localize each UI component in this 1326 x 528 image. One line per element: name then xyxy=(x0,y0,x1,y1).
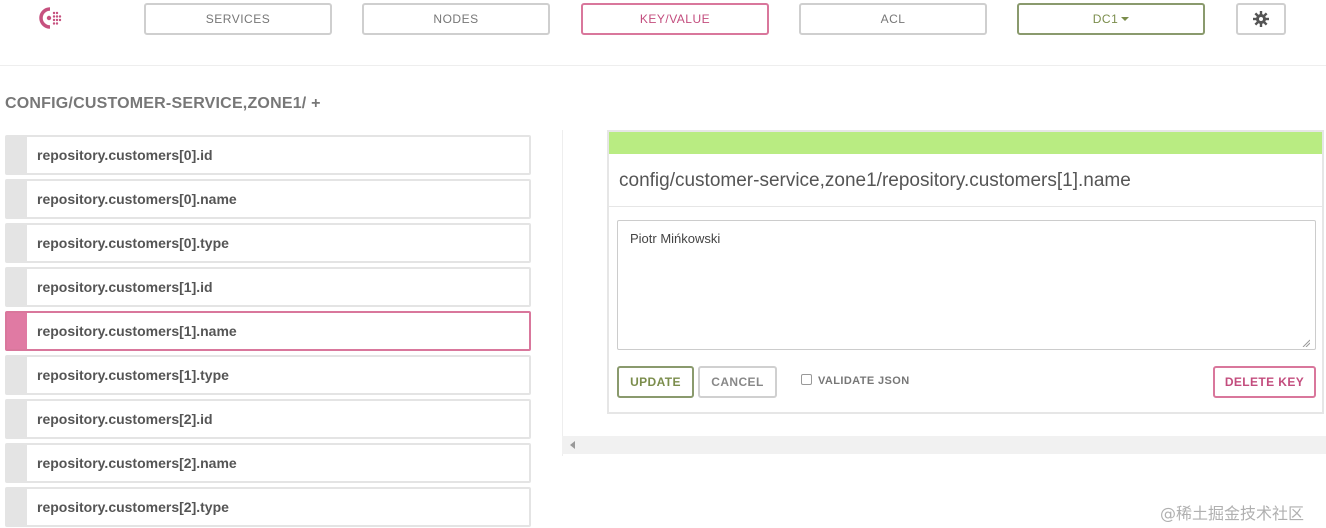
key-item-stripe xyxy=(7,181,27,217)
key-item-stripe xyxy=(7,401,27,437)
gear-icon xyxy=(1253,11,1269,27)
key-item-stripe xyxy=(7,225,27,261)
nav-acl-button[interactable]: ACL xyxy=(799,3,987,35)
key-list-item[interactable]: repository.customers[1].type xyxy=(5,355,531,395)
key-list-item[interactable]: repository.customers[2].name xyxy=(5,443,531,483)
validate-json-label: VALIDATE JSON xyxy=(818,375,910,387)
resize-grip-icon[interactable] xyxy=(1302,339,1310,347)
key-item-label: repository.customers[0].type xyxy=(37,235,229,251)
consul-logo-icon[interactable] xyxy=(34,5,64,31)
key-path-title: config/customer-service,zone1/repository… xyxy=(619,170,1131,191)
caret-down-icon xyxy=(1121,17,1130,21)
key-list-item[interactable]: repository.customers[2].id xyxy=(5,399,531,439)
cancel-button[interactable]: CANCEL xyxy=(698,366,777,398)
key-item-label: repository.customers[1].id xyxy=(37,279,213,295)
panel-separator xyxy=(609,206,1322,207)
key-item-label: repository.customers[2].name xyxy=(37,455,237,471)
key-item-label: repository.customers[0].name xyxy=(37,191,237,207)
key-item-label: repository.customers[1].type xyxy=(37,367,229,383)
key-item-stripe xyxy=(7,489,27,525)
key-item-stripe xyxy=(7,269,27,305)
key-list-item[interactable]: repository.customers[1].id xyxy=(5,267,531,307)
key-list: repository.customers[0].id repository.cu… xyxy=(5,135,531,528)
key-item-stripe xyxy=(7,445,27,481)
update-button[interactable]: UPDATE xyxy=(617,366,694,398)
key-item-stripe xyxy=(7,357,27,393)
checkbox-icon[interactable] xyxy=(801,374,812,385)
key-list-item[interactable]: repository.customers[0].id xyxy=(5,135,531,175)
key-list-item[interactable]: repository.customers[0].type xyxy=(5,223,531,263)
key-list-item[interactable]: repository.customers[0].name xyxy=(5,179,531,219)
key-item-stripe xyxy=(7,313,27,349)
datacenter-label: DC1 xyxy=(1092,12,1119,26)
horizontal-scrollbar[interactable] xyxy=(562,436,1326,454)
validate-json-checkbox[interactable]: VALIDATE JSON xyxy=(801,374,910,387)
nav-nodes-button[interactable]: NODES xyxy=(362,3,550,35)
nav-services-button[interactable]: SERVICES xyxy=(144,3,332,35)
key-item-label: repository.customers[2].type xyxy=(37,499,229,515)
column-divider xyxy=(562,130,563,456)
key-list-item[interactable]: repository.customers[2].type xyxy=(5,487,531,527)
watermark: @稀土掘金技术社区 xyxy=(1160,504,1305,523)
delete-key-button[interactable]: DELETE KEY xyxy=(1213,366,1316,398)
key-edit-panel: config/customer-service,zone1/repository… xyxy=(607,130,1324,414)
nav-keyvalue-button[interactable]: KEY/VALUE xyxy=(581,3,769,35)
key-item-label: repository.customers[0].id xyxy=(37,147,213,163)
panel-status-bar xyxy=(609,132,1322,154)
datacenter-dropdown[interactable]: DC1 xyxy=(1017,3,1205,35)
value-textarea[interactable]: Piotr Mińkowski xyxy=(617,220,1316,350)
key-item-label: repository.customers[2].id xyxy=(37,411,213,427)
key-item-label: repository.customers[1].name xyxy=(37,323,237,339)
key-item-stripe xyxy=(7,137,27,173)
settings-button[interactable] xyxy=(1236,3,1286,35)
kv-path-heading[interactable]: CONFIG/CUSTOMER-SERVICE,ZONE1/ + xyxy=(5,95,321,113)
key-list-item-selected[interactable]: repository.customers[1].name xyxy=(5,311,531,351)
top-navigation: SERVICES NODES KEY/VALUE ACL DC1 xyxy=(0,0,1326,66)
scroll-left-arrow-icon[interactable] xyxy=(570,441,575,449)
